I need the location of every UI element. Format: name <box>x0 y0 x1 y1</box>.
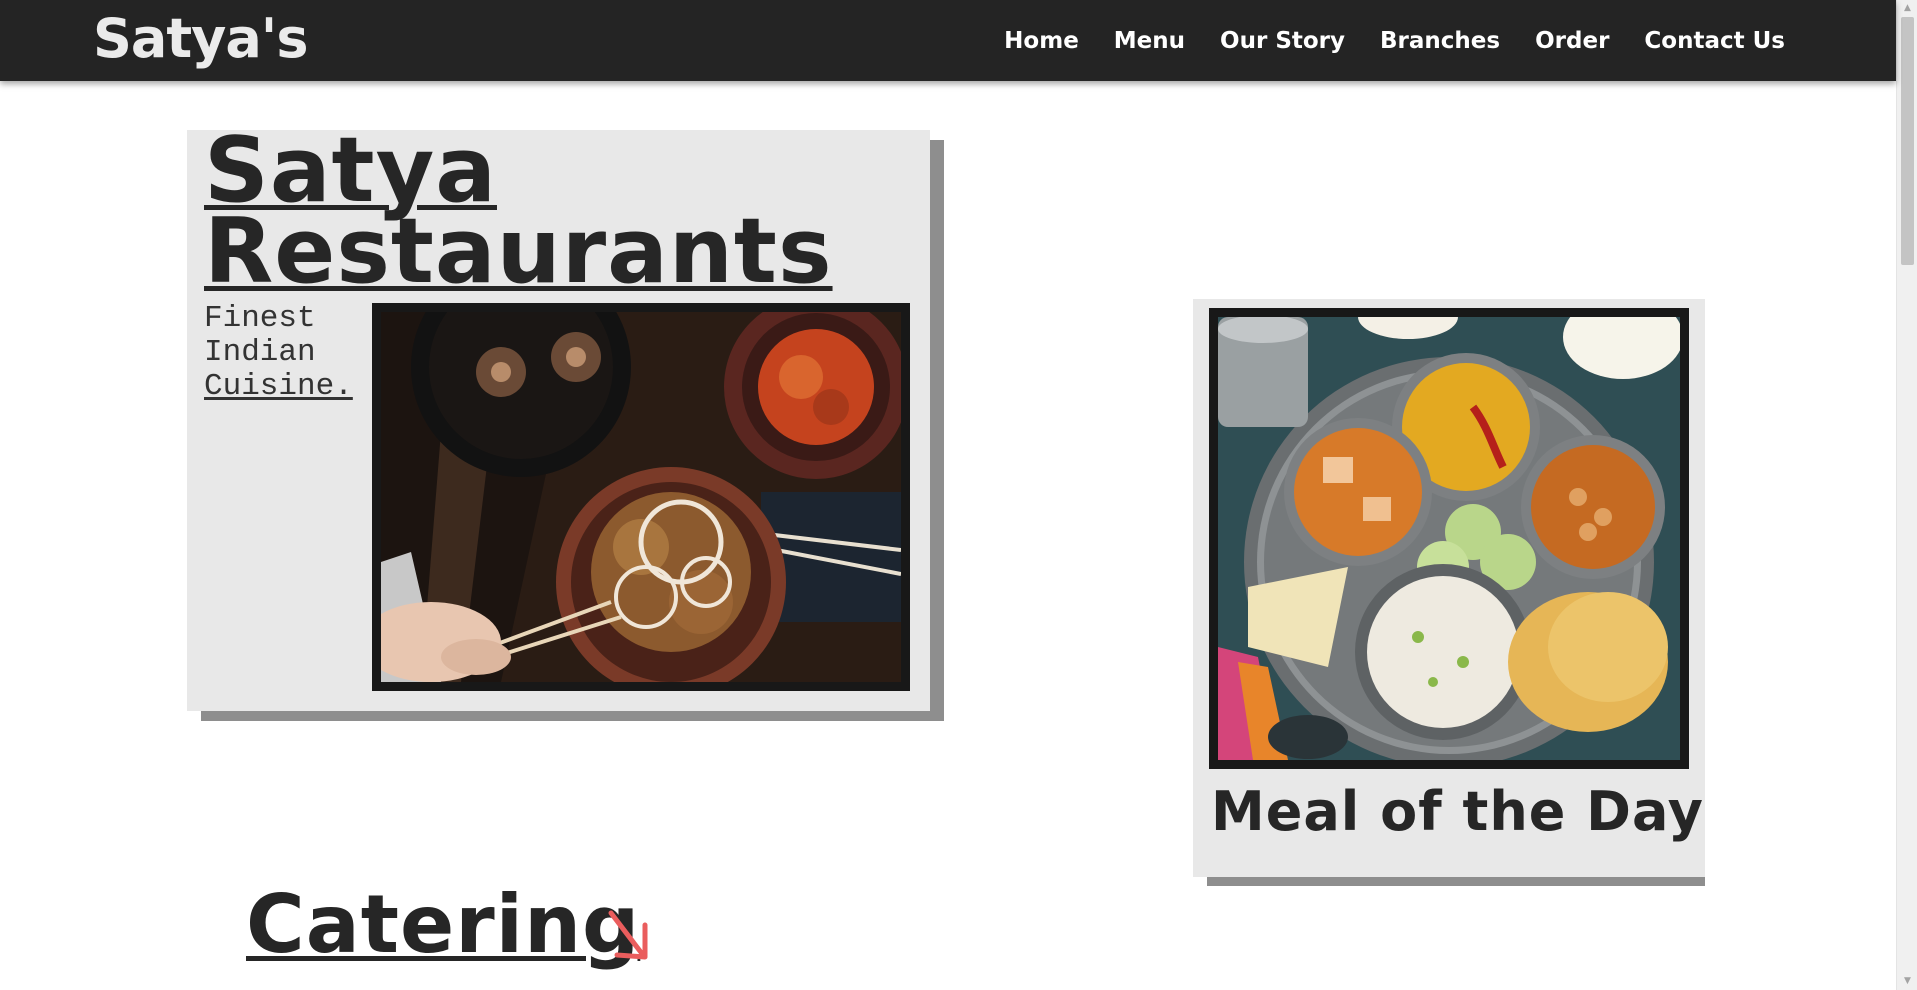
hero-tagline: Finest Indian Cuisine. <box>204 302 374 404</box>
meal-food-photo <box>1218 317 1680 760</box>
tagline-line-3: Cuisine. <box>204 369 353 404</box>
hero-title-line-2: Restaurants <box>204 199 833 304</box>
catering-heading[interactable]: Catering <box>246 880 640 970</box>
scroll-down-icon[interactable]: ▼ <box>1897 973 1917 990</box>
hero-title: Satya Restaurants <box>204 126 833 297</box>
nav-item-branches: Branches <box>1380 28 1500 54</box>
nav-item-menu: Menu <box>1114 28 1185 54</box>
nav-item-contact-us: Contact Us <box>1644 28 1785 54</box>
brand-logo-link[interactable]: Satya's <box>93 4 308 74</box>
nav-link-our-story[interactable]: Our Story <box>1220 28 1345 54</box>
top-navbar: Satya's Home Menu Our Story Branches Ord… <box>0 0 1896 81</box>
meal-of-the-day-title: Meal of the Day <box>1211 780 1704 843</box>
hero-food-photo <box>381 312 901 682</box>
arrow-down-right-icon <box>608 910 648 960</box>
meal-photo-frame <box>1209 308 1689 769</box>
hero-card: Satya Restaurants Finest Indian Cuisine. <box>187 126 930 711</box>
nav-link-menu[interactable]: Menu <box>1114 28 1185 54</box>
tagline-line-1: Finest <box>204 301 316 336</box>
meal-of-the-day-card[interactable]: Meal of the Day <box>1193 299 1705 877</box>
scroll-up-icon[interactable]: ▲ <box>1897 0 1917 17</box>
nav-link-contact-us[interactable]: Contact Us <box>1644 28 1785 54</box>
nav-link-home[interactable]: Home <box>1004 28 1079 54</box>
scrollbar-thumb[interactable] <box>1901 17 1914 265</box>
hero-photo-frame <box>372 303 910 691</box>
nav-item-home: Home <box>1004 28 1079 54</box>
nav-link-order[interactable]: Order <box>1535 28 1609 54</box>
nav-item-order: Order <box>1535 28 1609 54</box>
nav-links: Home Menu Our Story Branches Order Conta… <box>969 0 1785 81</box>
page-scrollbar[interactable]: ▲ ▼ <box>1896 0 1917 990</box>
nav-link-branches[interactable]: Branches <box>1380 28 1500 54</box>
tagline-line-2: Indian <box>204 335 316 370</box>
nav-item-our-story: Our Story <box>1220 28 1345 54</box>
